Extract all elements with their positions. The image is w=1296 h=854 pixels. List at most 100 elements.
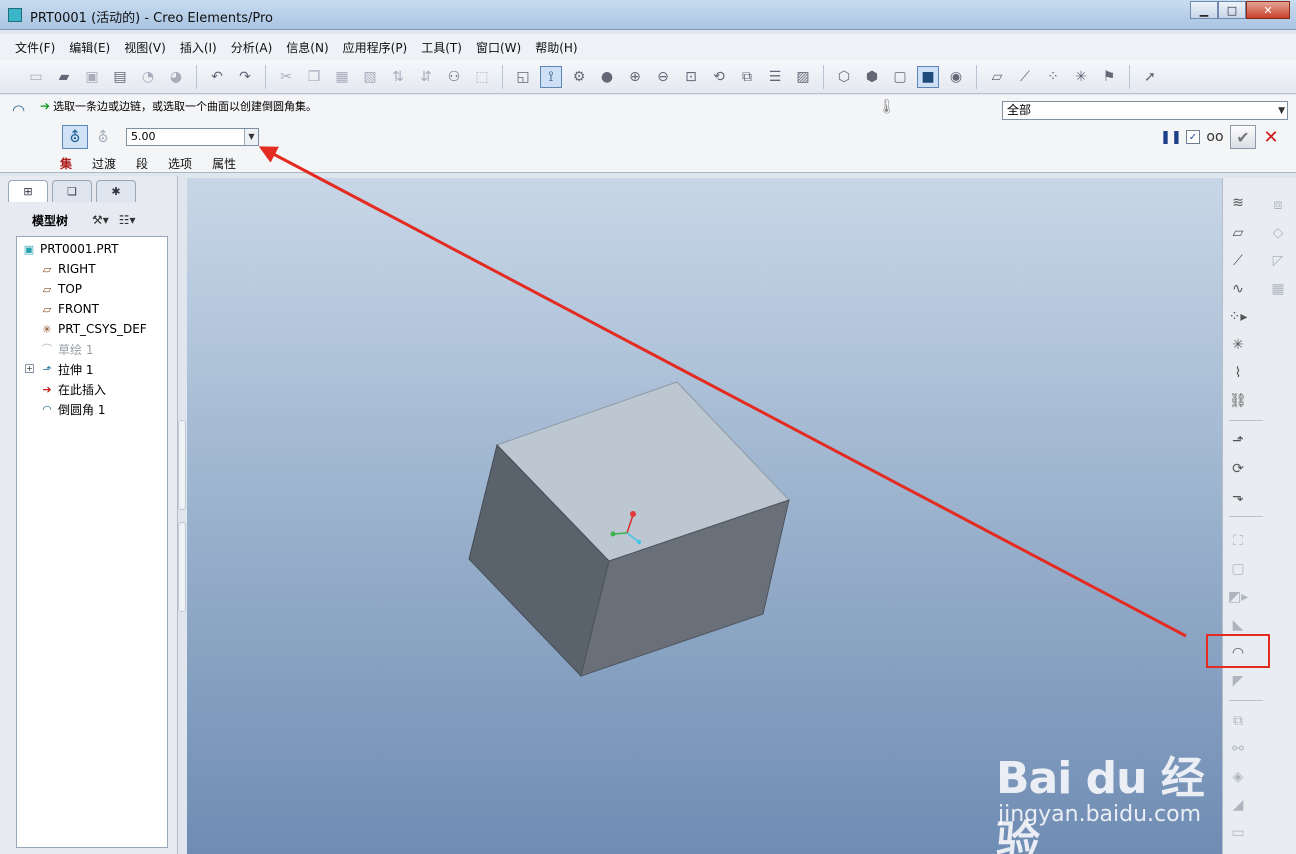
select-box-icon[interactable]: ⬚ xyxy=(471,66,493,88)
save-icon[interactable]: ▣ xyxy=(81,66,103,88)
layers-icon[interactable]: ☰ xyxy=(764,66,786,88)
revolve-tool-icon[interactable]: ⟳ xyxy=(1227,458,1249,480)
datum-axis-tool-icon[interactable]: ⟋ xyxy=(1227,250,1249,272)
model-tree-tab-icon[interactable]: ⊞ xyxy=(8,180,48,202)
context-help-icon[interactable]: ➚ xyxy=(1139,66,1161,88)
extrude-tool-icon[interactable]: ⬏ xyxy=(1227,430,1249,452)
selection-filter-dropdown[interactable]: 全部 ▼ xyxy=(1002,101,1288,120)
repaint-icon[interactable]: ◱ xyxy=(512,66,534,88)
datum-plane-tool-icon[interactable]: ▱ xyxy=(1227,222,1249,244)
menu-applications[interactable]: 应用程序(P) xyxy=(336,37,415,58)
menu-window[interactable]: 窗口(W) xyxy=(469,37,528,58)
tab-sets[interactable]: 集 xyxy=(60,155,72,172)
verify-glasses-icon[interactable]: oo xyxy=(1204,126,1226,148)
transition-mode-button[interactable]: ⛢ xyxy=(90,125,116,149)
toolkit-icon[interactable]: ◈ xyxy=(1227,766,1249,788)
reorient-icon[interactable]: ⟲ xyxy=(708,66,730,88)
datum-curve-sketch-icon[interactable]: ≋ xyxy=(1227,192,1249,214)
draft-tool-icon[interactable]: ◣ xyxy=(1227,614,1249,636)
hidden-line-icon[interactable]: ⬢ xyxy=(861,66,883,88)
merge-icon[interactable]: ◇ xyxy=(1267,222,1289,244)
datum-plane-display-icon[interactable]: ▱ xyxy=(986,66,1008,88)
pattern-icon[interactable]: ▦ xyxy=(1267,278,1289,300)
chamfer-tool-icon[interactable]: ◤ xyxy=(1227,670,1249,692)
datum-axis-display-icon[interactable]: ⟋ xyxy=(1014,66,1036,88)
menu-insert[interactable]: 插入(I) xyxy=(173,37,224,58)
undo-icon[interactable]: ↶ xyxy=(206,66,228,88)
copy-feature-icon[interactable]: ⧉ xyxy=(1227,710,1249,732)
cancel-button[interactable]: ✕ xyxy=(1260,126,1282,148)
annotation-display-icon[interactable]: ⚑ xyxy=(1098,66,1120,88)
tree-item[interactable]: ◠ 倒圆角 1 xyxy=(17,399,167,419)
tree-item[interactable]: ➔ 在此插入 xyxy=(17,379,167,399)
tree-settings-icon[interactable]: ⚒▾ xyxy=(92,213,109,227)
tab-properties[interactable]: 属性 xyxy=(212,155,236,172)
find-icon[interactable]: ⚇ xyxy=(443,66,465,88)
appearance-icon[interactable]: ● xyxy=(596,66,618,88)
style-tool-icon[interactable]: ▭ xyxy=(1227,822,1249,844)
menu-help[interactable]: 帮助(H) xyxy=(528,37,584,58)
set-mode-button[interactable]: ⛢ xyxy=(62,125,88,149)
shell-tool-icon[interactable]: ▢ xyxy=(1227,558,1249,580)
hole-tool-icon[interactable]: ⛶ xyxy=(1227,530,1249,552)
sweep-tool-icon[interactable]: ⬎ xyxy=(1227,486,1249,508)
enhanced-realism-icon[interactable]: ◉ xyxy=(945,66,967,88)
no-hidden-icon[interactable]: ▢ xyxy=(889,66,911,88)
analysis-feature-icon[interactable]: ⌇ xyxy=(1227,362,1249,384)
cut-icon[interactable]: ✂ xyxy=(275,66,297,88)
saved-views-icon[interactable]: ⧉ xyxy=(736,66,758,88)
csys-display-icon[interactable]: ✳ xyxy=(1070,66,1092,88)
regenerate-icon[interactable]: ⇅ xyxy=(387,66,409,88)
tab-transitions[interactable]: 过渡 xyxy=(92,155,116,172)
orient-mode-icon[interactable]: ⚙ xyxy=(568,66,590,88)
menu-file[interactable]: 文件(F) xyxy=(8,37,62,58)
panel-sash[interactable] xyxy=(178,420,186,510)
tree-item[interactable]: ⌒ 草绘 1 xyxy=(17,339,167,359)
zoom-in-icon[interactable]: ⊕ xyxy=(624,66,646,88)
tree-item[interactable]: ▱ FRONT xyxy=(17,299,167,319)
preview-checkbox[interactable]: ✓ xyxy=(1186,130,1200,144)
tree-item[interactable]: ▣ PRT0001.PRT xyxy=(17,239,167,259)
menu-edit[interactable]: 编辑(E) xyxy=(62,37,117,58)
menu-analysis[interactable]: 分析(A) xyxy=(224,37,280,58)
pause-icon[interactable]: ❚❚ xyxy=(1160,126,1182,148)
minimize-button[interactable]: ▁ xyxy=(1190,1,1218,19)
paste-icon[interactable]: ▦ xyxy=(331,66,353,88)
view-manager-icon[interactable]: ▨ xyxy=(792,66,814,88)
email-link-icon[interactable]: ◕ xyxy=(165,66,187,88)
tree-item[interactable]: + ⬏ 拉伸 1 xyxy=(17,359,167,379)
rib-tool-icon[interactable]: ◩▸ xyxy=(1227,586,1249,608)
expand-icon[interactable]: + xyxy=(25,364,34,373)
tree-item[interactable]: ✳ PRT_CSYS_DEF xyxy=(17,319,167,339)
favorites-tab-icon[interactable]: ✱ xyxy=(96,180,136,202)
trim-icon[interactable]: ◸ xyxy=(1267,250,1289,272)
open-file-icon[interactable]: ▰ xyxy=(53,66,75,88)
datum-point-tool-icon[interactable]: ⁘▸ xyxy=(1227,306,1249,328)
new-file-icon[interactable]: ▭ xyxy=(25,66,47,88)
print-icon[interactable]: ▤ xyxy=(109,66,131,88)
csys-tool-icon[interactable]: ✳ xyxy=(1227,334,1249,356)
zoom-out-icon[interactable]: ⊖ xyxy=(652,66,674,88)
tree-item[interactable]: ▱ RIGHT xyxy=(17,259,167,279)
regen-manager-icon[interactable]: ⇵ xyxy=(415,66,437,88)
redo-icon[interactable]: ↷ xyxy=(234,66,256,88)
paste-special-icon[interactable]: ▧ xyxy=(359,66,381,88)
menu-info[interactable]: 信息(N) xyxy=(279,37,335,58)
shading-icon[interactable]: ■ xyxy=(917,65,939,88)
panel-sash[interactable] xyxy=(178,522,186,612)
chain-icon[interactable]: ⛓ xyxy=(1227,390,1249,412)
tab-options[interactable]: 选项 xyxy=(168,155,192,172)
chevron-down-icon[interactable]: ▼ xyxy=(244,129,258,145)
radius-input[interactable]: 5.00 ▼ xyxy=(126,128,259,146)
email-icon[interactable]: ◔ xyxy=(137,66,159,88)
accept-button[interactable]: ✔ xyxy=(1230,125,1256,149)
tree-columns-icon[interactable]: ☷▾ xyxy=(119,213,136,227)
menu-view[interactable]: 视图(V) xyxy=(117,37,173,58)
maximize-button[interactable]: □ xyxy=(1218,1,1246,19)
tree-item[interactable]: ▱ TOP xyxy=(17,279,167,299)
menu-tools[interactable]: 工具(T) xyxy=(414,37,469,58)
boundary-blend-icon[interactable]: ◢ xyxy=(1227,794,1249,816)
graphics-window[interactable]: Bai du 经验 jingyan.baidu.com xyxy=(187,178,1222,854)
warp-tool-icon[interactable]: ⚯ xyxy=(1227,738,1249,760)
datum-point-display-icon[interactable]: ⁘ xyxy=(1042,66,1064,88)
